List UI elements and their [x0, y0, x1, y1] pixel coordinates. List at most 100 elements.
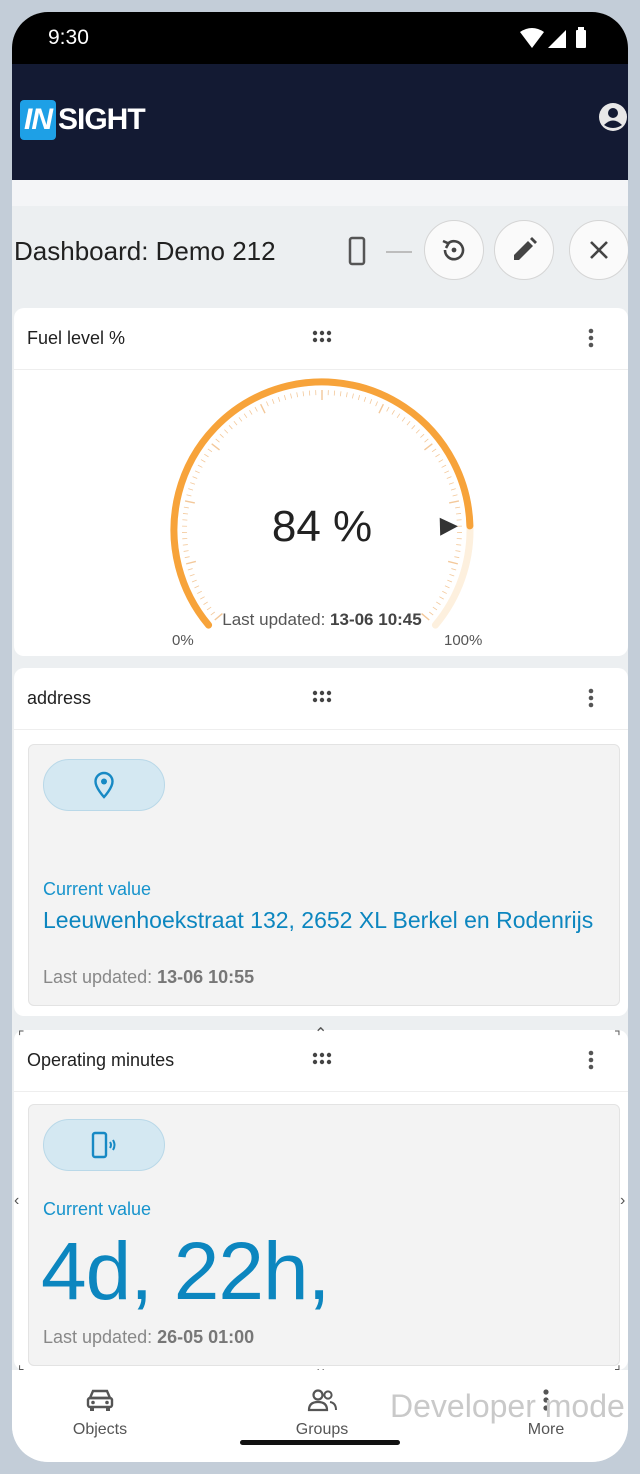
battery-icon: [576, 27, 586, 48]
more-options-icon[interactable]: [588, 688, 594, 713]
gauge-tick: [200, 596, 205, 600]
gauge-tick: [431, 448, 437, 453]
address-value: Leeuwenhoekstraat 132, 2652 XL Berkel en…: [43, 907, 594, 933]
pencil-icon: [514, 237, 537, 260]
gauge-tick: [339, 391, 342, 397]
address-last-updated: Last updated: 13-06 10:55: [43, 967, 254, 988]
gauge-tick: [249, 410, 253, 415]
gauge-tick: [444, 470, 450, 474]
status-icons: [518, 26, 598, 55]
nav-label: Groups: [295, 1421, 349, 1438]
fuel-gauge: 84 % Last updated: 13-06 10:45 0% 100%: [14, 370, 628, 658]
gauge-tick: [211, 443, 220, 451]
gauge-tick: [446, 476, 452, 479]
gauge-tick: [420, 433, 425, 438]
gauge-tick: [194, 585, 200, 589]
mobile-signal-icon: [91, 1131, 116, 1159]
gauge-tick: [200, 459, 206, 463]
gauge-tick: [424, 438, 429, 443]
gauge-tick: [435, 453, 440, 458]
nav-groups[interactable]: Groups: [262, 1388, 382, 1439]
gauge-tick: [357, 395, 361, 401]
location-pin-icon: [94, 771, 114, 799]
current-value-label: Current value: [43, 1199, 152, 1219]
drag-handle-icon[interactable]: [312, 690, 332, 709]
gauge-tick: [277, 396, 281, 402]
gauge-tick: [448, 482, 454, 485]
resize-handle-top[interactable]: ⌃: [314, 1024, 327, 1044]
logo-in: IN: [20, 100, 56, 140]
gauge-tick: [439, 596, 444, 600]
close-button[interactable]: [569, 220, 628, 280]
status-time: 9:30: [48, 26, 89, 49]
gauge-tick: [215, 438, 220, 443]
gauge-tick: [228, 425, 233, 430]
gauge-tick: [238, 417, 243, 422]
gauge-tick: [391, 410, 395, 415]
resize-handle-left[interactable]: ‹: [14, 1192, 19, 1210]
updated-label: Last updated:: [43, 1327, 153, 1347]
drag-handle-icon[interactable]: [312, 1052, 332, 1071]
gauge-tick: [271, 398, 275, 404]
separator-line: [386, 251, 412, 253]
edit-button[interactable]: [494, 220, 554, 280]
address-card: address Current value Leeuwenhoekstraat …: [14, 668, 628, 1016]
gauge-tick: [197, 590, 202, 594]
location-pill: [43, 759, 165, 811]
gauge-tick: [190, 482, 196, 485]
gauge-tick: [219, 433, 224, 438]
gauge-tick: [189, 574, 195, 577]
gauge-tick: [449, 574, 455, 577]
card-header: address: [14, 668, 628, 730]
app-bar: IN SIGHT: [12, 64, 628, 180]
gauge-tick: [351, 393, 354, 399]
card-title: Fuel level %: [27, 328, 126, 348]
gauge-tick: [186, 494, 192, 497]
signal-icon: [548, 30, 566, 48]
resize-corner-top-right[interactable]: ⌝: [614, 1028, 621, 1045]
more-options-icon[interactable]: [588, 328, 594, 353]
gauge-tick: [266, 401, 269, 407]
gauge-tick: [224, 429, 229, 434]
updated-value: 13-06 10:55: [157, 967, 255, 987]
home-indicator[interactable]: [240, 1440, 400, 1445]
mobile-device-icon[interactable]: [348, 236, 366, 271]
operating-last-updated: Last updated: 26-05 01:00: [43, 1327, 254, 1348]
gauge-tick: [450, 488, 456, 491]
gauge-tick: [451, 568, 457, 571]
status-bar: 9:30: [12, 12, 628, 64]
gauge-tick: [452, 494, 458, 497]
gauge-tick: [386, 406, 390, 412]
dashboard-title: Dashboard: Demo 212: [14, 236, 276, 266]
resize-handle-right[interactable]: ›: [620, 1192, 625, 1210]
gauge-tick: [203, 601, 208, 605]
gauge-tick: [363, 396, 367, 402]
phone-frame: 9:30 IN SIGHT Dashboard: Demo 212 Fuel l…: [12, 12, 628, 1462]
account-icon[interactable]: [598, 102, 628, 137]
history-button[interactable]: [424, 220, 484, 280]
insight-logo[interactable]: IN SIGHT: [20, 100, 146, 140]
updated-value: 26-05 01:00: [157, 1327, 255, 1347]
gauge-tick: [406, 420, 411, 426]
resize-corner-top-left[interactable]: ⌜: [18, 1028, 25, 1045]
gauge-tick: [447, 579, 453, 583]
car-icon: [86, 1389, 114, 1411]
gauge-tick: [441, 464, 447, 468]
gauge-tick: [191, 579, 197, 583]
gauge-tick: [184, 556, 190, 559]
nav-objects[interactable]: Objects: [40, 1388, 160, 1439]
gauge-tick: [396, 413, 401, 419]
groups-icon: [307, 1389, 337, 1412]
gauge-tick: [233, 420, 238, 426]
gauge-tick: [369, 398, 373, 404]
device-pill: [43, 1119, 165, 1171]
gauge-tick: [188, 488, 194, 491]
current-value-label: Current value: [43, 879, 152, 899]
more-options-icon[interactable]: [588, 1050, 594, 1075]
gauge-tick: [424, 443, 433, 451]
close-icon: [590, 241, 608, 259]
drag-handle-icon[interactable]: [312, 330, 332, 349]
gauge-min-label: 0%: [172, 632, 194, 649]
updated-label: Last updated:: [222, 610, 326, 629]
fuel-level-card: Fuel level % 84 % Last updated: 13-06 10…: [14, 308, 628, 656]
